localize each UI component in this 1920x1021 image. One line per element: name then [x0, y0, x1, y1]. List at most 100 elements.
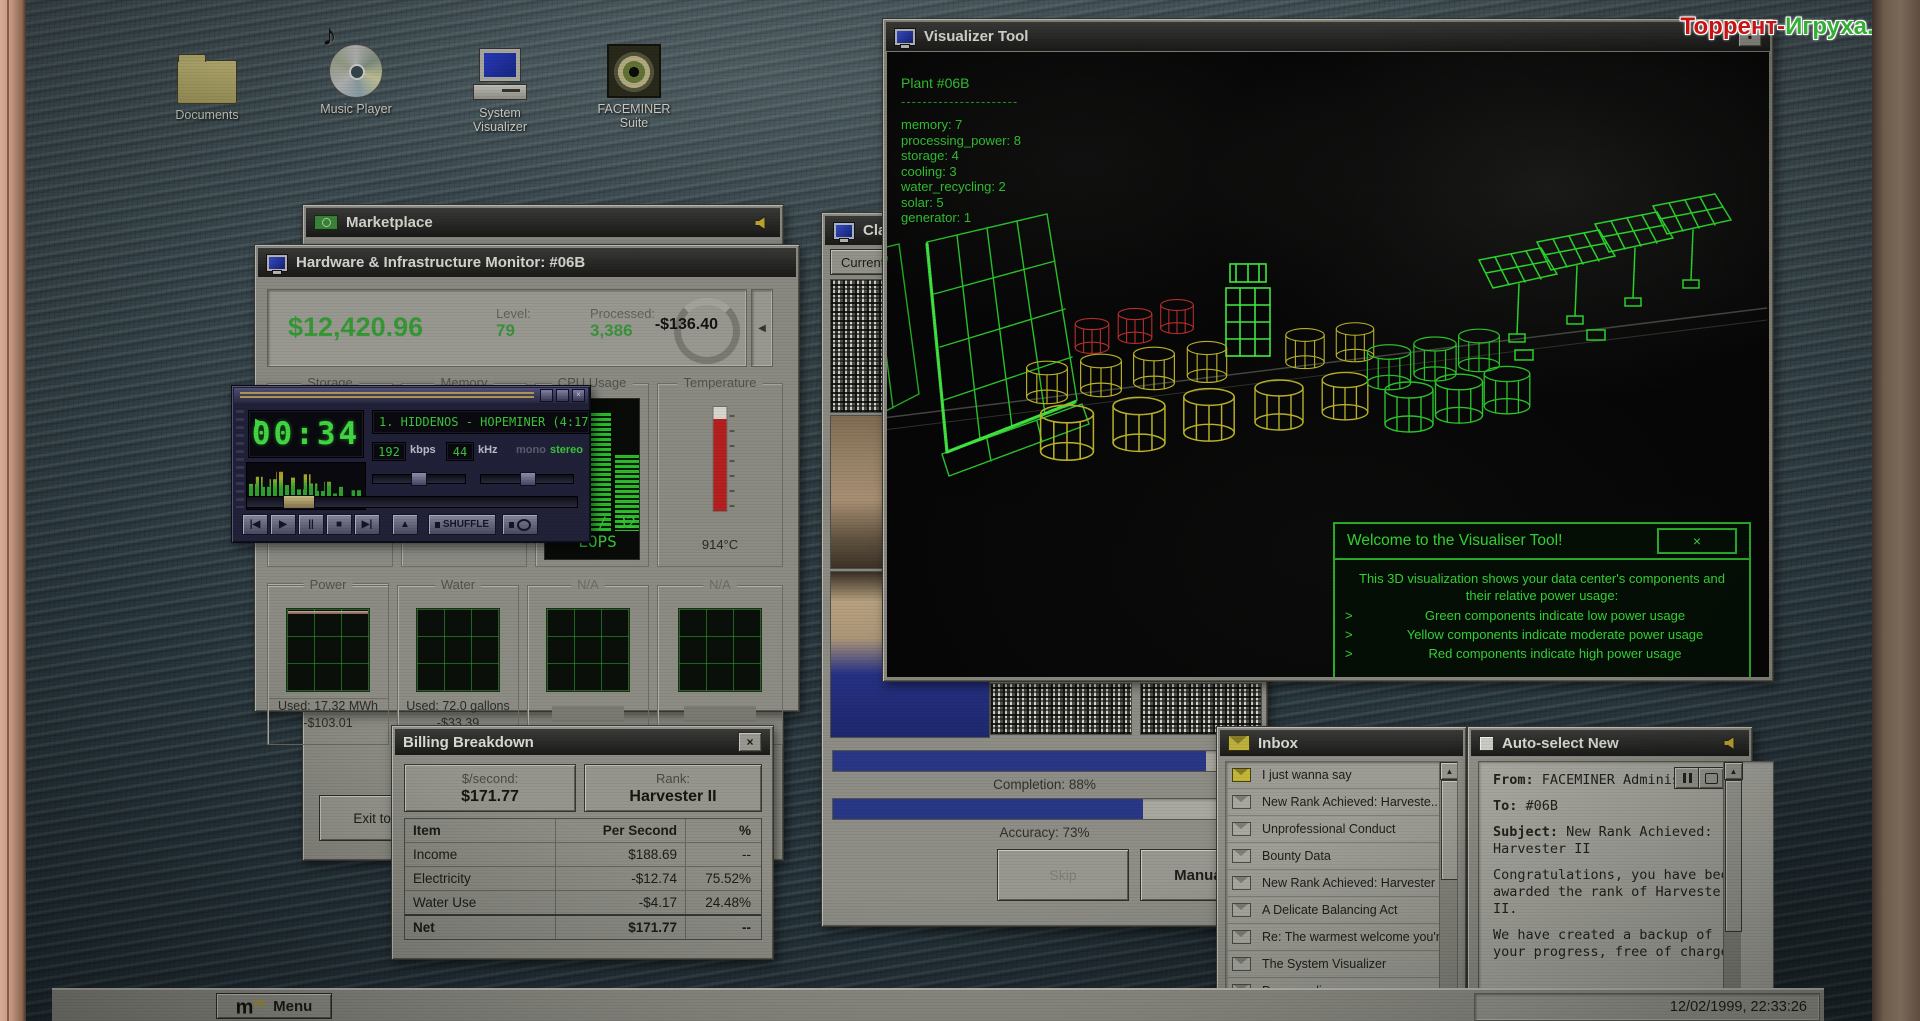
player-close-button[interactable]: × — [572, 389, 585, 402]
power-graph — [286, 608, 370, 692]
mail-item[interactable]: Bounty Data — [1226, 843, 1457, 870]
eye-icon — [607, 44, 661, 98]
folder-icon — [177, 54, 237, 104]
player-titlebar[interactable]: × — [234, 388, 588, 403]
hardware-monitor-title: Hardware & Infrastructure Monitor: #06B — [296, 254, 586, 271]
stereo-indicator: stereo — [550, 444, 584, 456]
samplerate-unit-label: kHz — [478, 444, 498, 456]
seek-bar[interactable] — [246, 495, 578, 509]
read-mail-icon — [1232, 957, 1251, 971]
table-row-net: Net $171.77 -- — [405, 914, 761, 939]
popout-button[interactable] — [1698, 767, 1724, 789]
mail-item[interactable]: I just wanna say — [1226, 762, 1457, 789]
speaker-icon — [754, 215, 772, 230]
mail-item[interactable]: New Rank Achieved: Harveste... — [1226, 789, 1457, 816]
pause-icon — [1682, 773, 1692, 783]
rank-plate: Rank: Harvester II — [584, 764, 762, 812]
hardware-monitor-titlebar[interactable]: Hardware & Infrastructure Monitor: #06B — [258, 248, 796, 277]
play-state-icon: ▶ — [255, 417, 263, 428]
player-minimize-button[interactable] — [540, 389, 553, 402]
skip-button[interactable]: Skip — [997, 849, 1129, 901]
auto-select-checkbox[interactable] — [1479, 735, 1494, 751]
desktop-icon-documents[interactable]: Documents — [152, 42, 262, 122]
processed-label: Processed: — [590, 306, 656, 321]
desktop-icon-label: Music Player — [320, 102, 392, 116]
meter-power: Power Used: 17.32 MWh -$103.01 — [267, 577, 389, 745]
visualizer-viewport: Plant #06B ---------------------- memory… — [887, 52, 1769, 677]
prev-button[interactable]: |◀ — [242, 514, 268, 535]
mail-body-paragraph: Congratulations, you have been awarded t… — [1493, 867, 1737, 917]
welcome-dialog-close-button[interactable]: × — [1657, 528, 1737, 554]
marketplace-title: Marketplace — [346, 214, 433, 231]
rate-value: -$136.40 — [654, 316, 718, 333]
desktop-icon-faceminer-suite[interactable]: FACEMINER Suite — [584, 36, 684, 130]
dialog-bullet: > Red components indicate high power usag… — [1345, 646, 1682, 661]
menu-button[interactable]: mos Menu — [216, 993, 332, 1019]
meter-label: Water — [434, 577, 482, 592]
scroll-up-button[interactable]: ▲ — [1440, 762, 1457, 780]
mono-indicator: mono — [516, 444, 546, 456]
reader-scrollbar[interactable]: ▲ ▼ — [1723, 762, 1743, 1008]
pause-reading-button[interactable] — [1674, 767, 1700, 789]
monitor-bezel-right — [1872, 0, 1920, 1021]
mail-item[interactable]: The System Visualizer — [1226, 951, 1457, 978]
os-logo: mos — [235, 996, 266, 1019]
inbox-scrollbar[interactable]: ▲ — [1439, 762, 1457, 1010]
level-label: Level: — [496, 306, 531, 321]
meter-na-2: N/A — [657, 577, 783, 745]
stats-panel: $12,420.96 Level: 79 Processed: 3,386 -$… — [267, 289, 747, 367]
player-shade-button[interactable] — [556, 389, 569, 402]
mail-item[interactable]: Re: The warmest welcome you'r... — [1226, 924, 1457, 951]
mail-item[interactable]: New Rank Achieved: Harvester I — [1226, 870, 1457, 897]
desktop-icon-system-visualizer[interactable]: System Visualizer — [450, 40, 550, 134]
read-mail-icon — [1232, 903, 1251, 917]
billing-titlebar[interactable]: Billing Breakdown × — [395, 729, 770, 755]
play-button[interactable]: ▶ — [270, 514, 296, 535]
qr-code-image — [990, 683, 1132, 735]
collapse-strip[interactable]: ◀ — [751, 289, 773, 367]
scrollbar-thumb[interactable] — [1441, 780, 1457, 880]
group-label: Temperature — [677, 375, 763, 390]
desktop: Documents ♪ Music Player System Visualiz… — [26, 0, 1872, 1021]
volume-slider[interactable] — [372, 472, 466, 486]
window-billing-breakdown: Billing Breakdown × $/second: $171.77 Ra… — [391, 725, 774, 960]
meter-label: N/A — [703, 577, 737, 592]
billing-table-header: Item Per Second % — [405, 819, 761, 842]
marketplace-titlebar[interactable]: Marketplace — [306, 208, 780, 237]
scroll-up-button[interactable]: ▲ — [1724, 762, 1743, 780]
monitor-icon — [266, 253, 288, 275]
reader-titlebar[interactable]: Auto-select New — [1471, 730, 1749, 756]
billing-table: Item Per Second % Income $188.69 -- Electr… — [404, 818, 762, 940]
mail-item[interactable]: Unprofessional Conduct — [1226, 816, 1457, 843]
mail-item[interactable]: A Delicate Balancing Act — [1226, 897, 1457, 924]
inbox-titlebar[interactable]: Inbox — [1220, 730, 1463, 756]
table-row: Income $188.69 -- — [405, 842, 761, 866]
repeat-button[interactable] — [502, 514, 538, 535]
envelope-icon — [1228, 735, 1250, 751]
visualizer-titlebar[interactable]: Visualizer Tool ▪ — [886, 22, 1770, 51]
temperature-value: 914°C — [701, 537, 739, 552]
read-mail-icon — [1232, 876, 1251, 890]
pause-button[interactable]: || — [298, 514, 324, 535]
meter-label: Power — [303, 577, 353, 592]
window-visualizer-tool: Visualizer Tool ▪ Plant #06B -----------… — [882, 18, 1774, 682]
completion-progressbar — [832, 750, 1258, 772]
bitrate-display: 192 — [372, 442, 406, 461]
unread-mail-icon — [1232, 768, 1251, 782]
balance-slider[interactable] — [480, 472, 574, 486]
billing-close-button[interactable]: × — [738, 732, 762, 752]
collapse-arrow-icon: ◀ — [758, 322, 766, 334]
table-row: Electricity -$12.74 75.52% — [405, 866, 761, 890]
bitrate-unit-label: kbps — [410, 444, 436, 456]
power-usage-text: Used: 17.32 MWh -$103.01 — [277, 699, 379, 730]
meter-label: N/A — [571, 577, 605, 592]
next-button[interactable]: ▶| — [354, 514, 380, 535]
eject-button[interactable]: ▲ — [392, 514, 418, 535]
water-graph — [416, 608, 500, 692]
desktop-icon-music-player[interactable]: ♪ Music Player — [301, 21, 411, 117]
welcome-dialog-titlebar: Welcome to the Visualiser Tool! × — [1335, 524, 1749, 560]
stop-button[interactable]: ■ — [326, 514, 352, 535]
inbox-title: Inbox — [1258, 734, 1298, 752]
scrollbar-thumb[interactable] — [1725, 780, 1742, 932]
shuffle-button[interactable]: SHUFFLE — [428, 514, 496, 535]
